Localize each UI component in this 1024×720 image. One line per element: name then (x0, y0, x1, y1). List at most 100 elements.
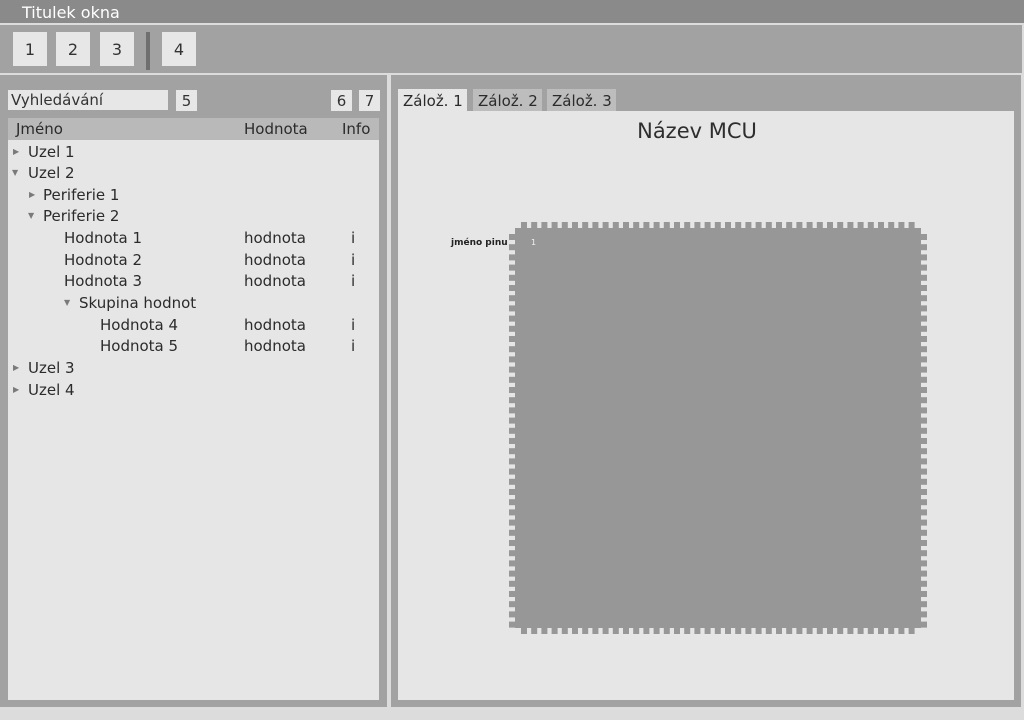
mcu-pin-bottom[interactable] (694, 628, 701, 634)
tree-row-uzel-4[interactable]: ▶ Uzel 4 (8, 379, 379, 401)
mcu-pin-right[interactable] (921, 315, 927, 322)
mcu-pin-left[interactable] (509, 529, 515, 536)
mcu-pin-bottom[interactable] (735, 628, 742, 634)
mcu-pin-bottom[interactable] (714, 628, 721, 634)
mcu-pin-top[interactable] (776, 222, 782, 228)
mcu-pin-right[interactable] (921, 366, 927, 373)
mcu-pin-right[interactable] (921, 285, 927, 291)
mcu-pin-left[interactable] (509, 601, 515, 608)
mcu-pin-left[interactable] (509, 478, 515, 485)
search-input[interactable] (8, 90, 168, 110)
mcu-pin-top[interactable] (633, 222, 640, 228)
mcu-pin-top[interactable] (786, 222, 793, 228)
tree-row-periferie-1[interactable]: ▶ Periferie 1 (8, 184, 379, 206)
mcu-pin-bottom[interactable] (531, 628, 538, 634)
tab-zaloz-2[interactable]: Zálož. 2 (473, 89, 542, 111)
info-icon[interactable]: i (351, 335, 355, 357)
mcu-pin-bottom[interactable] (857, 628, 864, 634)
mcu-pin-right[interactable] (921, 397, 927, 404)
mcu-pin-right[interactable] (921, 264, 927, 271)
mcu-pin-bottom[interactable] (704, 628, 711, 634)
tree-row-skupina-hodnot[interactable]: ▼ Skupina hodnot (8, 292, 379, 314)
mcu-pin-bottom[interactable] (796, 628, 803, 634)
toolbar-button-4[interactable]: 4 (162, 32, 196, 66)
mcu-pin-bottom[interactable] (633, 628, 640, 634)
tree-row-hodnota-3[interactable]: Hodnota 3 hodnota i (8, 270, 379, 292)
mcu-pin-right[interactable] (921, 509, 927, 516)
info-icon[interactable]: i (351, 314, 355, 336)
mcu-pin-right[interactable] (921, 336, 927, 342)
mcu-pin-right[interactable] (921, 295, 927, 302)
mcu-pin-left[interactable] (509, 499, 515, 506)
mcu-pin-top[interactable] (541, 222, 548, 228)
mcu-pin-top[interactable] (908, 222, 915, 228)
mcu-pin-top[interactable] (602, 222, 609, 228)
mcu-pin-right[interactable] (921, 560, 927, 567)
mcu-pin-bottom[interactable] (776, 628, 782, 634)
mcu-pin-left[interactable] (509, 468, 515, 475)
column-header-name[interactable]: Jméno (16, 118, 63, 140)
mcu-pin-left[interactable] (509, 519, 515, 526)
mcu-pin-left[interactable] (509, 376, 515, 383)
mcu-pin-top[interactable] (623, 222, 629, 228)
mcu-pin-bottom[interactable] (888, 628, 895, 634)
mcu-pin-left[interactable] (509, 295, 515, 302)
mcu-pin-top[interactable] (684, 222, 691, 228)
mcu-pin-top[interactable] (551, 222, 558, 228)
mcu-pin-right[interactable] (921, 601, 927, 608)
mcu-pin-left[interactable] (509, 274, 515, 281)
mcu-pin-right[interactable] (921, 244, 927, 251)
collapse-arrow-icon[interactable]: ▼ (12, 162, 22, 184)
mcu-pin-right[interactable] (921, 254, 927, 261)
tree-row-uzel-3[interactable]: ▶ Uzel 3 (8, 357, 379, 379)
mcu-pin-right[interactable] (921, 489, 927, 495)
mcu-pin-top[interactable] (847, 222, 854, 228)
mcu-pin-top[interactable] (531, 222, 538, 228)
mcu-pin-top[interactable] (663, 222, 670, 228)
column-header-info[interactable]: Info (342, 118, 370, 140)
collapse-arrow-icon[interactable]: ▼ (28, 205, 38, 227)
mcu-pin-top[interactable] (755, 222, 762, 228)
mcu-pin-right[interactable] (921, 621, 927, 628)
mcu-pin-bottom[interactable] (653, 628, 660, 634)
mcu-pin-bottom[interactable] (908, 628, 915, 634)
mcu-pin-right[interactable] (921, 438, 927, 444)
mcu-pin-bottom[interactable] (684, 628, 691, 634)
tree-row-hodnota-2[interactable]: Hodnota 2 hodnota i (8, 249, 379, 271)
mcu-pin-bottom[interactable] (816, 628, 823, 634)
tree-row-hodnota-5[interactable]: Hodnota 5 hodnota i (8, 335, 379, 357)
mcu-pin-bottom[interactable] (755, 628, 762, 634)
mcu-pin-left[interactable] (509, 509, 515, 516)
expand-arrow-icon[interactable]: ▶ (13, 141, 23, 163)
mcu-pin-bottom[interactable] (541, 628, 548, 634)
mcu-pin-bottom[interactable] (725, 628, 731, 634)
mcu-pin-left[interactable] (509, 244, 515, 251)
mcu-pin-right[interactable] (921, 234, 927, 240)
tree-row-hodnota-1[interactable]: Hodnota 1 hodnota i (8, 227, 379, 249)
mcu-pin-top[interactable] (725, 222, 731, 228)
mcu-pin-right[interactable] (921, 325, 927, 332)
mcu-pin-left[interactable] (509, 366, 515, 373)
mcu-pin-bottom[interactable] (572, 628, 578, 634)
mcu-pin-bottom[interactable] (643, 628, 650, 634)
mcu-pin-top[interactable] (612, 222, 619, 228)
info-icon[interactable]: i (351, 270, 355, 292)
mcu-pin-bottom[interactable] (837, 628, 844, 634)
mcu-pin-right[interactable] (921, 611, 927, 618)
tree-row-uzel-2[interactable]: ▼ Uzel 2 (8, 162, 379, 184)
mcu-pin-top[interactable] (878, 222, 884, 228)
mcu-pin-left[interactable] (509, 387, 515, 393)
mcu-pin-left[interactable] (509, 254, 515, 261)
mcu-pin-top[interactable] (704, 222, 711, 228)
mcu-pin-left[interactable] (509, 448, 515, 455)
mcu-pin-bottom[interactable] (592, 628, 599, 634)
mcu-pin-left[interactable] (509, 356, 515, 363)
mcu-pin-left[interactable] (509, 305, 515, 312)
mcu-pin-bottom[interactable] (878, 628, 884, 634)
mcu-pin-top[interactable] (765, 222, 772, 228)
info-icon[interactable]: i (351, 227, 355, 249)
tab-zaloz-1[interactable]: Zálož. 1 (398, 89, 467, 111)
mcu-pin-right[interactable] (921, 499, 927, 506)
mcu-pin-left[interactable] (509, 417, 515, 424)
mcu-pin-right[interactable] (921, 519, 927, 526)
